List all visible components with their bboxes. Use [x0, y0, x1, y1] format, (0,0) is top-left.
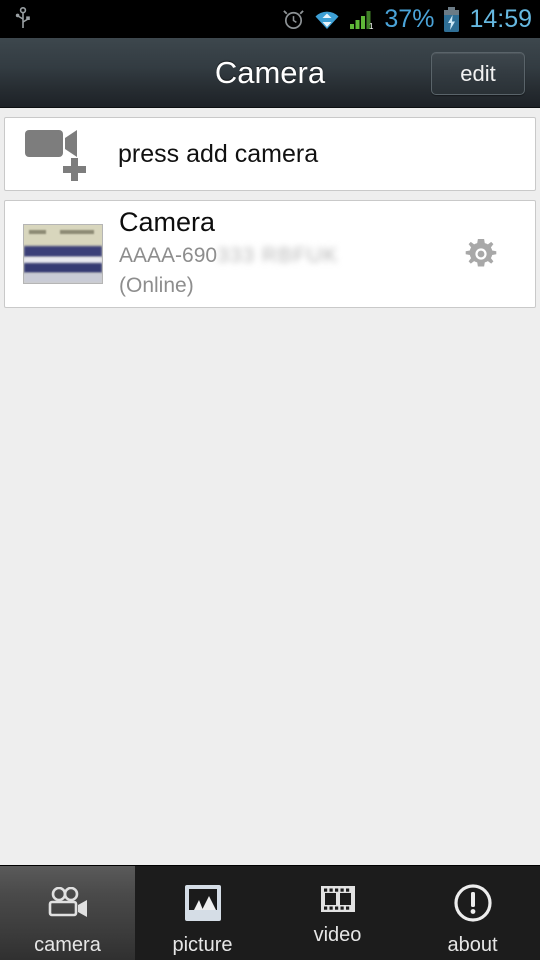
tab-about-label: about [447, 934, 498, 956]
movie-camera-icon [46, 882, 90, 928]
app-root: 1 37% 14:59 Camera edit press add camera… [0, 0, 540, 960]
camera-name: Camera [119, 207, 216, 238]
svg-text:1: 1 [369, 22, 374, 30]
camera-id-redacted: 333 RBFUK [217, 244, 339, 268]
film-strip-icon [316, 876, 360, 922]
status-bar-left [14, 0, 32, 38]
tab-video-label: video [313, 924, 362, 946]
status-bar: 1 37% 14:59 [0, 0, 540, 38]
camera-status: (Online) [119, 274, 194, 298]
wifi-icon [315, 11, 339, 29]
usb-icon [15, 7, 30, 28]
add-camera-icon [25, 130, 86, 181]
gear-icon [465, 239, 497, 267]
tab-picture[interactable]: picture [135, 866, 270, 960]
camera-id: AAAA-690333 RBFUK [119, 242, 338, 270]
title-bar: Camera edit [0, 38, 540, 108]
battery-charging-icon [444, 6, 460, 32]
battery-percent: 37% [384, 4, 435, 33]
status-bar-clock: 14:59 [469, 4, 532, 33]
camera-id-visible: AAAA-690 [119, 244, 218, 268]
camera-info: Camera AAAA-690333 RBFUK (Online) [119, 207, 338, 301]
status-bar-right: 1 37% 14:59 [282, 0, 532, 38]
exclamation-circle-icon [451, 880, 495, 926]
tab-picture-label: picture [172, 934, 233, 956]
camera-list-item[interactable]: Camera AAAA-690333 RBFUK (Online) [4, 200, 536, 308]
camera-thumbnail [23, 224, 103, 284]
tab-camera[interactable]: camera [0, 866, 135, 960]
alarm-clock-icon [283, 9, 305, 29]
camera-settings-button[interactable] [459, 232, 503, 276]
add-camera-row[interactable]: press add camera [4, 117, 536, 191]
cellular-signal-icon: 1 [350, 11, 374, 30]
tab-video[interactable]: video [270, 866, 405, 960]
add-camera-label: press add camera [118, 139, 319, 168]
photo-icon [181, 880, 225, 926]
bottom-tab-bar: camera picture video about [0, 865, 540, 960]
edit-button[interactable]: edit [431, 52, 525, 95]
tab-camera-label: camera [34, 934, 101, 956]
camera-list: press add camera Camera AAAA-690333 RBFU… [0, 109, 540, 865]
tab-about[interactable]: about [405, 866, 540, 960]
